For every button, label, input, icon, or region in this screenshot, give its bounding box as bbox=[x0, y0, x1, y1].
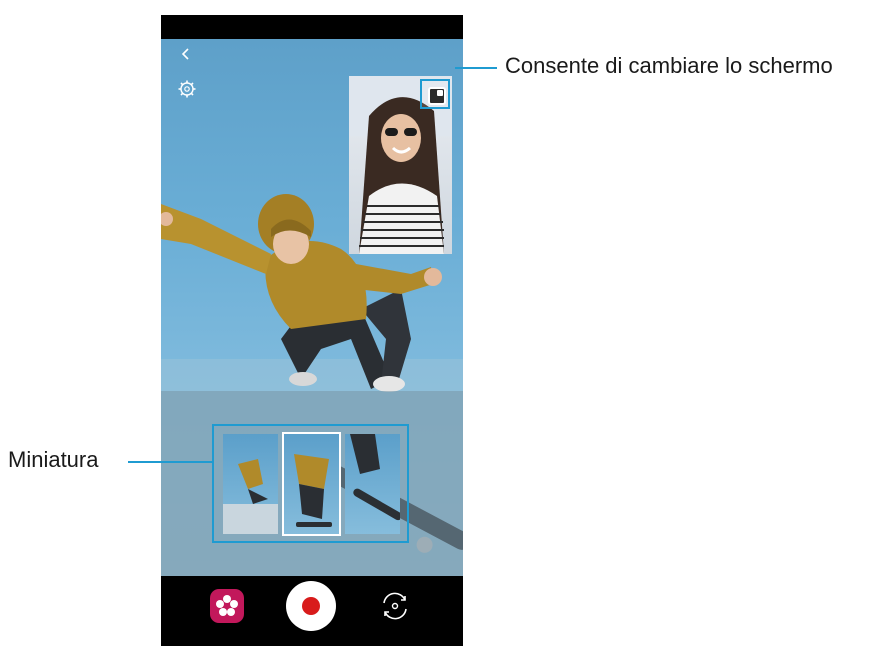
phone-screen bbox=[161, 15, 463, 646]
record-button[interactable] bbox=[286, 581, 336, 631]
flip-camera-icon bbox=[383, 592, 407, 620]
camera-controls bbox=[161, 576, 463, 646]
back-arrow-icon[interactable] bbox=[179, 47, 193, 61]
swap-screen-button[interactable] bbox=[420, 79, 450, 109]
filter-button[interactable] bbox=[210, 589, 244, 623]
swap-screen-icon bbox=[428, 87, 446, 105]
thumbnail-1[interactable] bbox=[223, 434, 278, 534]
thumbnail-callout-line bbox=[128, 461, 212, 463]
thumbnail-2[interactable] bbox=[282, 432, 341, 536]
status-bar bbox=[161, 15, 463, 39]
thumbnail-callout: Miniatura bbox=[8, 447, 99, 472]
record-icon bbox=[302, 597, 320, 615]
swap-callout-line bbox=[455, 67, 497, 69]
filter-icon bbox=[216, 595, 238, 616]
flip-camera-button[interactable] bbox=[377, 588, 413, 624]
thumbnail-3[interactable] bbox=[345, 434, 400, 534]
gear-icon[interactable] bbox=[177, 79, 197, 99]
swap-screen-callout: Consente di cambiare lo schermo bbox=[505, 53, 833, 78]
camera-viewfinder[interactable] bbox=[161, 39, 463, 576]
